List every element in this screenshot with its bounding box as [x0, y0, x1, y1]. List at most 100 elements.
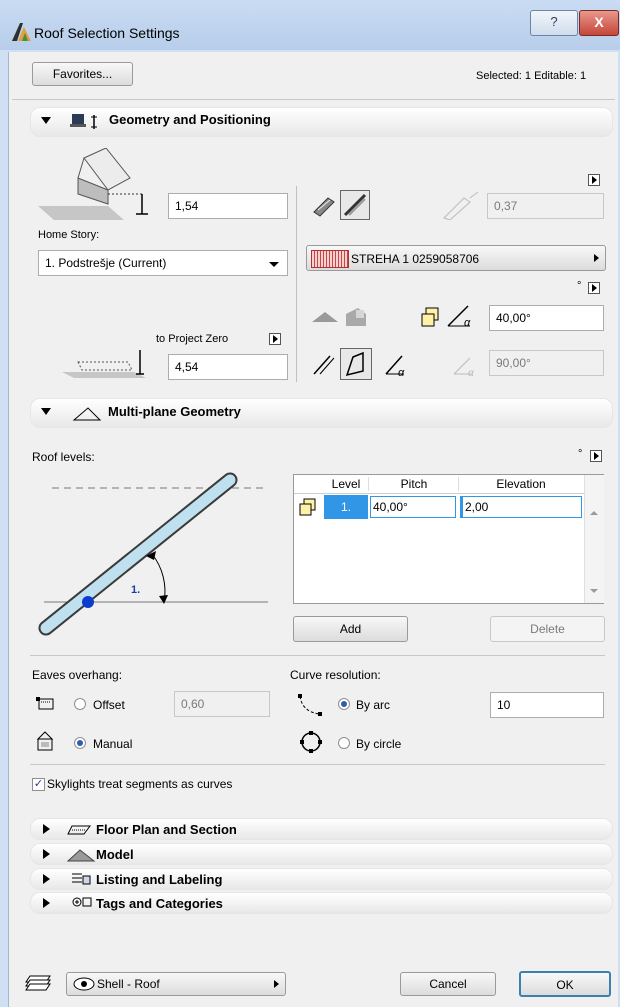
svg-text:α: α	[398, 367, 405, 378]
close-button[interactable]: X	[579, 10, 619, 36]
material-swatch-icon	[311, 250, 349, 268]
layer-select[interactable]: Shell - Roof	[66, 972, 286, 996]
favorites-button[interactable]: Favorites...	[32, 62, 133, 86]
edge-custom-angle-icon[interactable]: α	[384, 350, 414, 379]
expand-right-icon[interactable]	[43, 849, 50, 859]
roof-slope-icon[interactable]	[344, 304, 368, 328]
edge-vertical-icon[interactable]	[310, 350, 336, 378]
multiplane-divider	[30, 655, 605, 656]
add-level-button[interactable]: Add	[293, 616, 408, 642]
column-header-level[interactable]: Level	[324, 477, 368, 491]
help-button[interactable]: ?	[530, 10, 578, 36]
model-section-title: Model	[96, 847, 134, 862]
geometry-positioning-icon	[70, 111, 106, 131]
roof-composite-icon[interactable]	[340, 190, 370, 220]
manual-radio[interactable]	[74, 737, 86, 749]
expand-right-icon[interactable]	[43, 824, 50, 834]
offset-disabled-icon	[440, 190, 484, 221]
arc-resolution-field[interactable]: 10	[490, 692, 604, 718]
roof-levels-label: Roof levels:	[32, 450, 95, 464]
angle-options-arrow[interactable]	[588, 282, 600, 294]
manual-option-label: Manual	[93, 737, 133, 751]
pitch-field[interactable]: 40,00°	[489, 305, 604, 331]
scroll-down-icon[interactable]	[590, 589, 598, 593]
skylights-checkbox[interactable]: ✓	[32, 778, 45, 791]
roof-level-diagram	[32, 468, 268, 646]
ok-button[interactable]: OK	[519, 971, 611, 997]
selection-count: Selected: 1 Editable: 1	[476, 70, 587, 82]
multiplane-roof-icon	[72, 404, 102, 422]
diagram-level-label: 1.	[131, 584, 141, 596]
geometry-column-divider	[296, 186, 297, 382]
home-story-select[interactable]: 1. Podstrešje (Current)	[38, 250, 288, 276]
eaves-manual-icon	[34, 730, 56, 752]
table-row[interactable]: 1. 40,00° 2,00	[294, 495, 584, 519]
svg-text:α: α	[468, 368, 474, 378]
copy-planes-icon[interactable]	[420, 306, 440, 328]
expand-down-icon[interactable]	[41, 408, 51, 415]
expand-right-icon[interactable]	[43, 874, 50, 884]
curve-resolution-label: Curve resolution:	[290, 668, 381, 682]
model-roof-icon	[66, 846, 96, 862]
edge-angle-disabled-icon: α	[452, 352, 484, 379]
home-story-label: Home Story:	[38, 229, 100, 241]
skylights-label: Skylights treat segments as curves	[47, 777, 233, 791]
row-pitch-cell[interactable]: 40,00°	[370, 496, 456, 518]
building-material-select[interactable]: STREHA 1 0259058706	[306, 245, 606, 271]
edge-perpendicular-icon[interactable]	[340, 348, 372, 380]
table-scrollbar[interactable]	[584, 475, 604, 603]
offset-field: 0,37	[487, 193, 604, 219]
eaves-offset-field: 0,60	[174, 691, 270, 717]
delete-level-button: Delete	[490, 616, 605, 642]
eye-icon	[73, 977, 95, 991]
chevron-right-icon	[274, 980, 279, 988]
svg-text:α: α	[464, 317, 471, 328]
by-arc-label: By arc	[356, 698, 391, 712]
dropdown-arrow-icon	[269, 262, 279, 267]
by-arc-radio[interactable]	[338, 698, 350, 710]
expand-down-icon[interactable]	[41, 117, 51, 124]
degree-mark: °	[577, 280, 582, 292]
column-header-pitch[interactable]: Pitch	[368, 477, 459, 491]
offset-option-label: Offset	[93, 698, 125, 712]
project-zero-menu-arrow[interactable]	[269, 333, 281, 345]
row-elevation-cell[interactable]: 2,00	[460, 496, 582, 518]
eaves-divider	[30, 764, 605, 765]
eaves-overhang-label: Eaves overhang:	[32, 668, 123, 682]
listing-section-title: Listing and Labeling	[96, 872, 223, 887]
roof-levels-table[interactable]: Level Pitch Elevation 1. 40,00° 2,00	[293, 474, 604, 604]
roof-pitch-icon[interactable]	[312, 306, 338, 326]
by-circle-radio[interactable]	[338, 737, 350, 749]
to-project-zero-label: to Project Zero	[156, 333, 229, 345]
home-story-value: 1. Podstrešje (Current)	[45, 256, 167, 270]
offset-radio[interactable]	[74, 698, 86, 710]
expand-right-icon[interactable]	[43, 898, 50, 908]
listing-icon	[70, 870, 92, 886]
copy-row-icon[interactable]	[298, 497, 318, 517]
geometry-options-arrow[interactable]	[588, 174, 600, 186]
roof-structure-icon[interactable]	[312, 194, 336, 218]
row-level-cell[interactable]: 1.	[324, 495, 368, 519]
project-zero-field[interactable]: 4,54	[168, 354, 288, 380]
pitch-angle-icon: α	[446, 304, 482, 329]
by-circle-label: By circle	[356, 737, 402, 751]
floor-plan-icon	[66, 820, 94, 836]
layer-icon	[24, 972, 52, 992]
tags-section-title: Tags and Categories	[96, 896, 223, 911]
column-header-elevation[interactable]: Elevation	[458, 477, 583, 491]
roof-height-icon	[38, 147, 164, 222]
window-title: Roof Selection Settings	[34, 25, 180, 41]
edge-angle-field: 90,00°	[489, 350, 604, 376]
roof-height-field[interactable]: 1,54	[168, 193, 288, 219]
by-circle-icon	[298, 729, 324, 755]
floor-plan-section-title: Floor Plan and Section	[96, 822, 237, 837]
project-zero-icon	[62, 348, 158, 378]
material-name: STREHA 1 0259058706	[351, 252, 480, 266]
scroll-up-icon[interactable]	[590, 511, 598, 515]
geometry-section-title: Geometry and Positioning	[109, 112, 271, 127]
archicad-app-icon	[12, 23, 32, 41]
cancel-button[interactable]: Cancel	[400, 972, 496, 996]
roof-levels-options-arrow[interactable]	[590, 450, 602, 462]
chevron-right-icon	[594, 254, 599, 262]
top-divider	[12, 99, 615, 100]
